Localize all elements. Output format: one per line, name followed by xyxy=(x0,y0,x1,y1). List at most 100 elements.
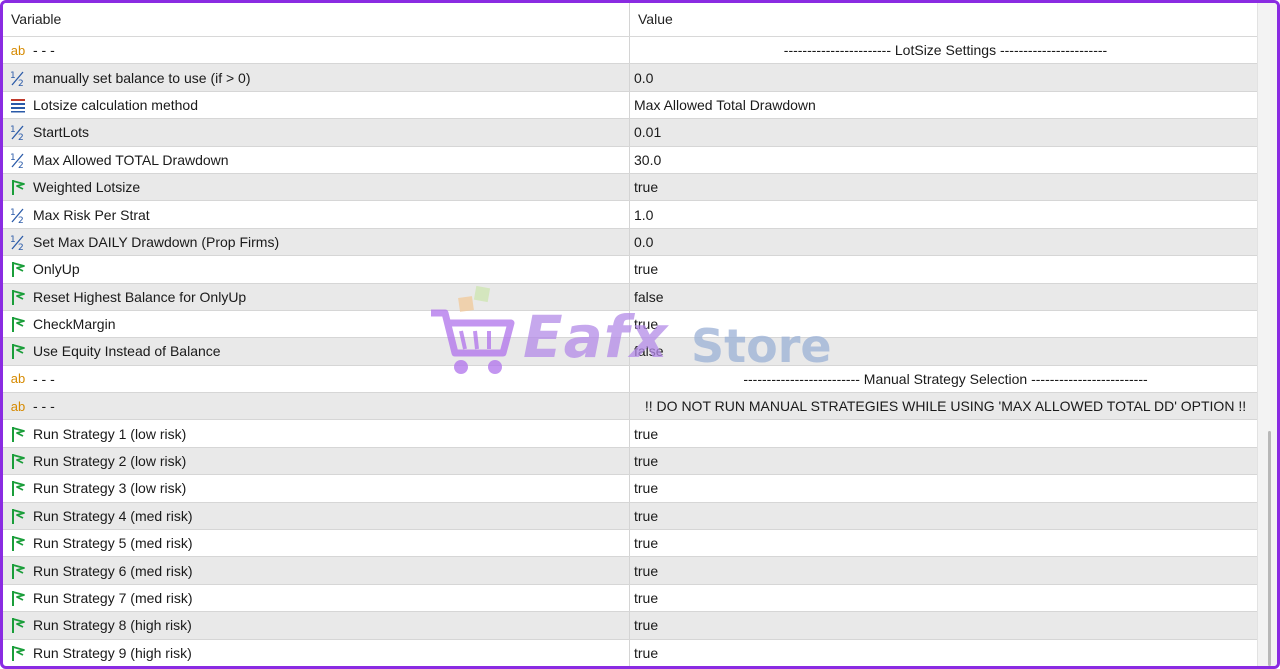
variable-cell[interactable]: Use Equity Instead of Balance xyxy=(3,338,630,365)
value-cell[interactable]: true xyxy=(630,420,1257,446)
variable-cell[interactable]: Run Strategy 7 (med risk) xyxy=(3,584,630,612)
value-cell[interactable]: true xyxy=(630,557,1257,583)
vertical-scrollbar[interactable] xyxy=(1257,3,1277,666)
variable-cell[interactable]: Run Strategy 6 (med risk) xyxy=(3,557,630,584)
variable-cell[interactable]: ab - - - xyxy=(3,37,630,64)
value-text: true xyxy=(634,480,659,497)
parameter-row[interactable]: 1 2 Max Risk Per Strat 1.0 xyxy=(3,201,1257,229)
parameter-row[interactable]: Use Equity Instead of Balance false xyxy=(3,338,1257,366)
value-cell[interactable]: true xyxy=(630,640,1257,666)
value-cell[interactable]: ------------------------- Manual Strateg… xyxy=(630,366,1257,392)
value-cell[interactable]: 0.0 xyxy=(630,229,1257,255)
value-cell[interactable]: Max Allowed Total Drawdown xyxy=(630,92,1257,118)
variable-cell[interactable]: 1 2 Max Allowed TOTAL Drawdown xyxy=(3,146,630,173)
parameter-row[interactable]: Run Strategy 8 (high risk) true xyxy=(3,612,1257,640)
value-cell[interactable]: false xyxy=(630,284,1257,310)
value-cell[interactable]: 1.0 xyxy=(630,201,1257,227)
value-text: true xyxy=(634,644,659,661)
variable-name: - - - xyxy=(33,398,55,415)
value-cell[interactable]: false xyxy=(630,338,1257,364)
variable-cell[interactable]: Run Strategy 5 (med risk) xyxy=(3,530,630,557)
parameter-row[interactable]: Run Strategy 3 (low risk) true xyxy=(3,475,1257,503)
value-cell[interactable]: 30.0 xyxy=(630,147,1257,173)
value-cell[interactable]: true xyxy=(630,530,1257,556)
parameter-row[interactable]: 1 2 StartLots 0.01 xyxy=(3,119,1257,147)
parameter-row[interactable]: 1 2 Max Allowed TOTAL Drawdown 30.0 xyxy=(3,146,1257,174)
value-cell[interactable]: ----------------------- LotSize Settings… xyxy=(630,37,1257,63)
parameter-row[interactable]: Run Strategy 2 (low risk) true xyxy=(3,447,1257,476)
value-cell[interactable]: true xyxy=(630,585,1257,611)
value-cell[interactable]: !! DO NOT RUN MANUAL STRATEGIES WHILE US… xyxy=(630,393,1257,419)
variable-cell[interactable]: CheckMargin xyxy=(3,310,630,338)
flag-icon xyxy=(8,260,28,278)
value-cell[interactable]: true xyxy=(630,311,1257,337)
value-cell[interactable]: true xyxy=(630,612,1257,638)
parameter-row[interactable]: Run Strategy 1 (low risk) true xyxy=(3,420,1257,448)
value-text: 1.0 xyxy=(634,206,654,223)
value-text: !! DO NOT RUN MANUAL STRATEGIES WHILE US… xyxy=(644,398,1247,415)
svg-text:1: 1 xyxy=(10,125,16,135)
value-text: ------------------------- Manual Strateg… xyxy=(743,370,1148,387)
parameter-row[interactable]: OnlyUp true xyxy=(3,256,1257,284)
parameter-row[interactable]: Run Strategy 6 (med risk) true xyxy=(3,557,1257,585)
flag-icon xyxy=(8,534,28,552)
value-cell[interactable]: true xyxy=(630,503,1257,529)
variable-cell[interactable]: Run Strategy 3 (low risk) xyxy=(3,475,630,502)
variable-cell[interactable]: Reset Highest Balance for OnlyUp xyxy=(3,283,630,310)
column-header-value[interactable]: Value xyxy=(630,3,1257,36)
variable-cell[interactable]: OnlyUp xyxy=(3,256,630,283)
parameter-row[interactable]: 1 2 manually set balance to use (if > 0) 0.… xyxy=(3,64,1257,92)
value-text: 0.0 xyxy=(634,233,654,250)
value-cell[interactable]: true xyxy=(630,174,1257,200)
parameter-row[interactable]: CheckMargin true xyxy=(3,310,1257,339)
variable-cell[interactable]: 1 2 StartLots xyxy=(3,119,630,146)
value-cell[interactable]: true xyxy=(630,256,1257,282)
svg-text:1: 1 xyxy=(10,71,16,81)
value-text: true xyxy=(634,562,659,579)
half-icon: 12 xyxy=(8,206,28,224)
svg-text:2: 2 xyxy=(18,133,24,141)
parameters-grid: Variable Value ab - - - ------------------… xyxy=(3,3,1257,666)
value-cell[interactable]: true xyxy=(630,448,1257,474)
variable-cell[interactable]: Run Strategy 9 (high risk) xyxy=(3,639,630,666)
parameter-row[interactable]: 1 2 Set Max DAILY Drawdown (Prop Firms) 0.0 xyxy=(3,228,1257,257)
variable-name: OnlyUp xyxy=(33,261,80,278)
parameter-row[interactable]: ab - - - ------------------------- Manual … xyxy=(3,365,1257,394)
value-text: 30.0 xyxy=(634,151,662,168)
variable-cell[interactable]: 1 2 manually set balance to use (if > 0) xyxy=(3,64,630,91)
variable-cell[interactable]: Run Strategy 8 (high risk) xyxy=(3,612,630,639)
variable-cell[interactable]: 1 2 Max Risk Per Strat xyxy=(3,201,630,228)
parameter-row[interactable]: Run Strategy 4 (med risk) true xyxy=(3,502,1257,531)
parameter-row[interactable]: Reset Highest Balance for OnlyUp false xyxy=(3,283,1257,311)
value-text: true xyxy=(634,425,659,442)
variable-cell[interactable]: Lotsize calculation method xyxy=(3,91,630,119)
variable-cell[interactable]: ab - - - xyxy=(3,393,630,420)
value-cell[interactable]: 0.01 xyxy=(630,119,1257,145)
value-cell[interactable]: true xyxy=(630,475,1257,501)
value-cell[interactable]: 0.0 xyxy=(630,64,1257,90)
flag-icon xyxy=(8,425,28,443)
half-icon: 12 xyxy=(8,151,28,169)
variable-cell[interactable]: Run Strategy 1 (low risk) xyxy=(3,420,630,447)
flag-icon xyxy=(8,562,28,580)
variable-cell[interactable]: Weighted Lotsize xyxy=(3,173,630,201)
parameter-row[interactable]: ab - - - !! DO NOT RUN MANUAL STRATEGIES W… xyxy=(3,393,1257,421)
column-header-variable[interactable]: Variable xyxy=(3,3,630,36)
scrollbar-thumb[interactable] xyxy=(1268,431,1271,666)
parameter-row[interactable]: Run Strategy 7 (med risk) true xyxy=(3,584,1257,613)
svg-text:1: 1 xyxy=(10,153,16,163)
variable-name: manually set balance to use (if > 0) xyxy=(33,69,251,86)
variable-cell[interactable]: ab - - - xyxy=(3,365,630,393)
parameter-row[interactable]: Run Strategy 5 (med risk) true xyxy=(3,530,1257,558)
parameter-row[interactable]: Lotsize calculation method Max Allowed To… xyxy=(3,91,1257,120)
parameter-row[interactable]: Run Strategy 9 (high risk) true xyxy=(3,639,1257,666)
value-text: ----------------------- LotSize Settings… xyxy=(783,42,1108,59)
variable-cell[interactable]: 1 2 Set Max DAILY Drawdown (Prop Firms) xyxy=(3,228,630,256)
svg-text:2: 2 xyxy=(18,216,24,224)
variable-cell[interactable]: Run Strategy 4 (med risk) xyxy=(3,502,630,530)
variable-cell[interactable]: Run Strategy 2 (low risk) xyxy=(3,447,630,475)
parameter-rows: ab - - - ----------------------- LotSize S… xyxy=(3,37,1257,666)
parameter-row[interactable]: Weighted Lotsize true xyxy=(3,173,1257,202)
flag-icon xyxy=(8,507,28,525)
parameter-row[interactable]: ab - - - ----------------------- LotSize S… xyxy=(3,37,1257,65)
